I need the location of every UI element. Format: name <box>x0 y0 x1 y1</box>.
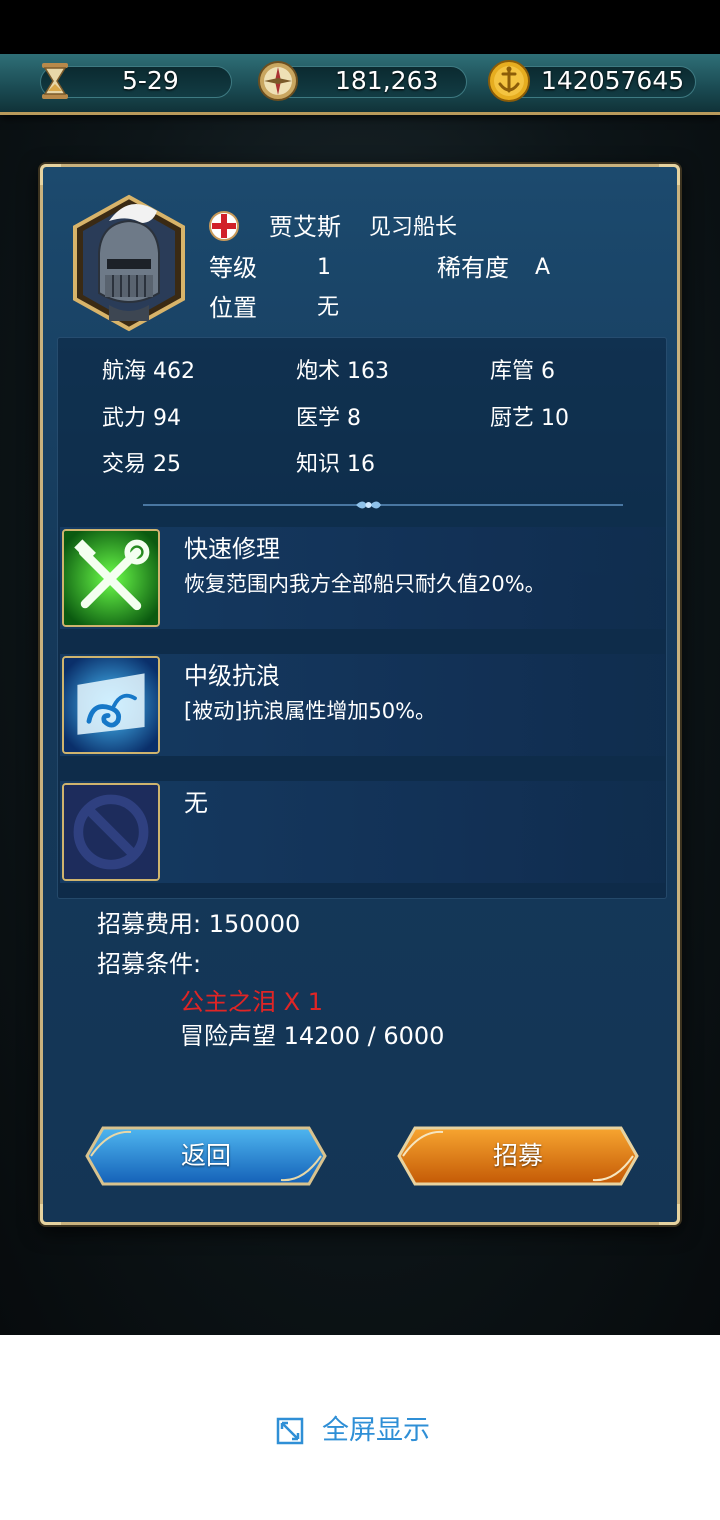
skill-slot-2[interactable]: 中级抗浪 [被动]抗浪属性增加50%。 <box>60 654 665 756</box>
compass-value: 181,263 <box>335 66 439 95</box>
stat-trade: 交易 25 <box>102 452 181 477</box>
resource-bar: 5-29 181,263 142057645 <box>0 54 720 115</box>
gold-value: 142057645 <box>541 66 685 95</box>
level-value: 1 <box>317 255 331 280</box>
level-label: 等级 <box>209 254 257 282</box>
england-flag-icon <box>209 211 239 241</box>
back-button-label: 返回 <box>180 1141 231 1170</box>
fame-requirement: 冒险声望 14200 / 6000 <box>180 1022 445 1050</box>
skill-slot-1[interactable]: 快速修理 恢复范围内我方全部船只耐久值20%。 <box>60 527 665 629</box>
wave-icon <box>62 656 160 754</box>
stat-knowledge: 知识 16 <box>296 452 375 477</box>
hourglass-icon <box>42 63 68 99</box>
skill-description: 恢复范围内我方全部船只耐久值20%。 <box>184 572 546 596</box>
date-resource: 5-29 <box>30 63 235 99</box>
position-value: 无 <box>317 295 340 320</box>
skill-name: 中级抗浪 <box>184 662 280 690</box>
recruit-cost: 招募费用: 150000 <box>97 910 301 938</box>
repair-icon <box>62 529 160 627</box>
date-value: 5-29 <box>122 66 179 95</box>
recruit-button-label: 招募 <box>492 1141 543 1170</box>
status-strip <box>0 0 720 54</box>
stat-navigation: 航海 462 <box>102 359 195 384</box>
fullscreen-icon <box>276 1417 304 1445</box>
skill-slot-3[interactable]: 无 <box>60 781 665 883</box>
skill-description: [被动]抗浪属性增加50%。 <box>184 699 437 723</box>
compass-icon <box>258 61 298 101</box>
compass-resource: 181,263 <box>255 61 470 101</box>
rarity-label: 稀有度 <box>437 254 509 282</box>
rarity-value: A <box>535 255 551 280</box>
item-requirement: 公主之泪 X 1 <box>180 988 323 1016</box>
stat-storage: 库管 6 <box>490 359 555 384</box>
captain-name: 贾艾斯 <box>269 213 341 241</box>
recruit-conditions-label: 招募条件: <box>97 950 202 978</box>
recruit-button[interactable]: 招募 <box>395 1122 641 1190</box>
footer-bar: 全屏显示 <box>0 1335 720 1520</box>
stat-gunnery: 炮术 163 <box>296 359 389 384</box>
stat-medicine: 医学 8 <box>296 406 361 431</box>
fullscreen-label: 全屏显示 <box>322 1415 430 1446</box>
stat-cooking: 厨艺 10 <box>490 406 569 431</box>
gold-anchor-icon <box>488 60 530 102</box>
gold-resource: 142057645 <box>486 60 701 102</box>
stat-combat: 武力 94 <box>102 406 181 431</box>
skill-name: 快速修理 <box>184 535 280 563</box>
captain-portrait <box>73 194 185 332</box>
game-screen: 5-29 181,263 142057645 贾艾斯 见习船长 等级 1 稀有度… <box>0 0 720 1335</box>
skill-name: 无 <box>184 789 208 817</box>
captain-title: 见习船长 <box>369 215 458 240</box>
position-label: 位置 <box>209 294 257 322</box>
empty-slot-icon <box>62 783 160 881</box>
ornament-divider <box>143 501 623 509</box>
back-button[interactable]: 返回 <box>83 1122 329 1190</box>
captain-detail-panel: 贾艾斯 见习船长 等级 1 稀有度 A 位置 无 航海 462 炮术 163 库… <box>40 164 680 1225</box>
